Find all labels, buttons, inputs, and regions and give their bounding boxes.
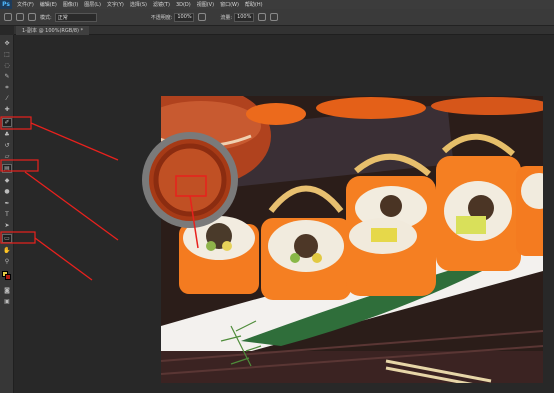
brush-panel-icon[interactable]	[28, 13, 36, 21]
menu-help[interactable]: 帮助(H)	[245, 1, 263, 8]
path-select-icon[interactable]: ➤	[2, 221, 12, 230]
menu-view[interactable]: 视图(V)	[197, 1, 214, 8]
tool-panel: ✥ ⬚ ◌ ✎ ⌗ ⁄ ✚ ✐ ♣ ↺ ▱ ▤ ◆ ● ✒ T ➤ ▭ ✋ ⚲ …	[0, 35, 14, 393]
pen-icon[interactable]: ✒	[2, 199, 12, 208]
screen-mode-icon[interactable]: ▣	[2, 297, 12, 306]
eyedropper-icon[interactable]: ⁄	[2, 94, 12, 103]
pressure-opacity-icon[interactable]	[198, 13, 207, 21]
menu-image[interactable]: 图像(I)	[63, 1, 78, 8]
menu-3d[interactable]: 3D(D)	[176, 2, 191, 8]
photoshop-window: Ps 文件(F) 编辑(E) 图像(I) 图层(L) 文字(Y) 选择(S) 滤…	[0, 0, 554, 393]
app-logo: Ps	[0, 0, 12, 9]
shape-icon[interactable]: ▭	[2, 234, 12, 243]
menu-bar: Ps 文件(F) 编辑(E) 图像(I) 图层(L) 文字(Y) 选择(S) 滤…	[0, 0, 554, 9]
opacity-input[interactable]: 100%	[174, 12, 195, 22]
quick-mask-icon[interactable]: ◙	[2, 286, 12, 295]
brush-icon[interactable]: ✐	[2, 118, 12, 127]
quick-select-icon[interactable]: ✎	[2, 72, 12, 81]
brush-preset-icon[interactable]	[4, 13, 12, 21]
mode-select[interactable]: 正常	[54, 12, 97, 22]
clone-stamp-icon[interactable]: ♣	[2, 130, 12, 139]
lasso-icon[interactable]: ◌	[2, 61, 12, 70]
type-icon[interactable]: T	[2, 210, 12, 219]
mode-label: 模式:	[40, 14, 52, 21]
document-tab-bar: 1-副本 @ 100%(RGB/8) *	[14, 26, 554, 35]
menu-layer[interactable]: 图层(L)	[84, 1, 101, 8]
document-tab[interactable]: 1-副本 @ 100%(RGB/8) *	[16, 26, 90, 35]
history-brush-icon[interactable]: ↺	[2, 141, 12, 150]
move-icon[interactable]: ✥	[2, 39, 12, 48]
gradient-icon[interactable]: ▤	[2, 164, 12, 173]
marquee-icon[interactable]: ⬚	[2, 50, 12, 59]
pressure-size-icon[interactable]	[270, 13, 279, 21]
flow-input[interactable]: 100%	[234, 12, 255, 22]
menu-type[interactable]: 文字(Y)	[107, 1, 124, 8]
healing-brush-icon[interactable]: ✚	[2, 105, 12, 114]
airbrush-icon[interactable]	[258, 13, 267, 21]
opacity-label: 不透明度:	[150, 14, 173, 21]
eraser-icon[interactable]: ▱	[2, 152, 12, 161]
dodge-icon[interactable]: ●	[2, 187, 12, 196]
flow-label: 流量:	[220, 14, 233, 21]
blur-icon[interactable]: ◆	[2, 176, 12, 185]
menu-filter[interactable]: 滤镜(T)	[153, 1, 170, 8]
options-bar: 模式: 正常 不透明度: 100% 流量: 100%	[0, 9, 554, 26]
sushi-photo-illustration	[161, 96, 543, 383]
brush-size-icon[interactable]	[16, 13, 24, 21]
background-color-swatch[interactable]	[5, 274, 11, 280]
sushi-photo	[161, 96, 543, 383]
hand-icon[interactable]: ✋	[2, 246, 12, 255]
crop-icon[interactable]: ⌗	[2, 83, 12, 92]
menu-select[interactable]: 选择(S)	[130, 1, 147, 8]
menu-edit[interactable]: 编辑(E)	[40, 1, 57, 8]
menu-file[interactable]: 文件(F)	[17, 1, 34, 8]
zoom-icon[interactable]: ⚲	[2, 257, 12, 266]
menu-window[interactable]: 窗口(W)	[220, 1, 239, 8]
